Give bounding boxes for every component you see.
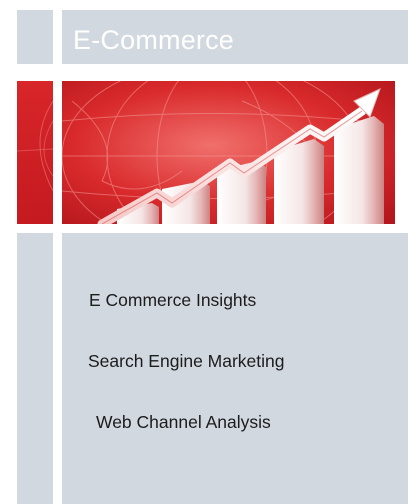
menu-panel: E Commerce Insights Search Engine Market… [62, 233, 408, 504]
page-title: E-Commerce [73, 24, 235, 55]
menu-link-search-engine-marketing[interactable]: Search Engine Marketing [88, 352, 285, 371]
banner-left-strip [17, 81, 53, 224]
menu-link-ecommerce-insights[interactable]: E Commerce Insights [89, 291, 256, 310]
globe-edge-decoration [17, 100, 53, 192]
left-strip-top [17, 10, 53, 64]
left-strip-bottom [17, 233, 53, 504]
growth-chart-illustration [62, 81, 395, 224]
menu-link-web-channel-analysis[interactable]: Web Channel Analysis [96, 413, 271, 432]
title-bar: E-Commerce [62, 10, 408, 64]
ecommerce-growth-chart-banner [62, 81, 395, 224]
